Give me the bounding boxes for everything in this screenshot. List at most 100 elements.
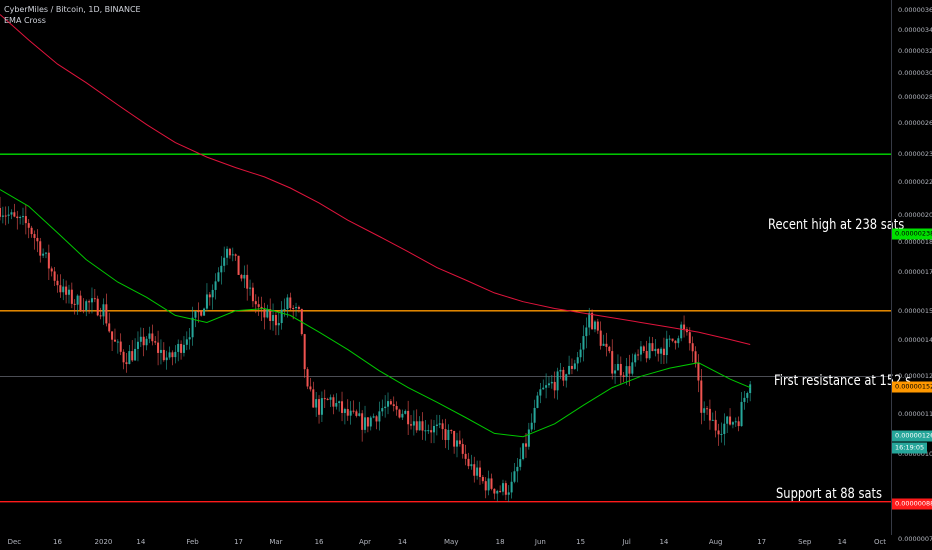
- candle: [447, 424, 450, 450]
- candle-body: [410, 424, 413, 426]
- candle: [671, 338, 674, 343]
- candle: [220, 256, 223, 285]
- candle-body: [430, 430, 433, 433]
- candle: [174, 345, 177, 364]
- candle-body: [303, 334, 306, 370]
- candle-body: [315, 399, 318, 408]
- candle: [608, 345, 611, 354]
- candle: [418, 416, 421, 431]
- candle-body: [223, 257, 226, 266]
- candle: [444, 418, 447, 449]
- candle: [381, 399, 384, 417]
- candle: [65, 280, 68, 304]
- candle: [384, 395, 387, 418]
- candle: [326, 397, 329, 401]
- candle: [39, 237, 42, 263]
- candle: [703, 401, 706, 421]
- candle: [177, 339, 180, 362]
- candle: [700, 368, 703, 425]
- candle: [332, 394, 335, 415]
- y-tick-label: 0.00000140: [898, 335, 932, 344]
- candle-body: [616, 363, 619, 371]
- candle: [389, 399, 392, 406]
- candle-body: [562, 369, 565, 381]
- candle: [714, 410, 717, 438]
- y-tick-label: 0.00000340: [898, 25, 932, 34]
- candle: [180, 340, 183, 360]
- candle-body: [654, 348, 657, 352]
- price-chart[interactable]: [0, 0, 932, 550]
- x-tick-label: 15: [576, 538, 586, 546]
- candle-body: [269, 309, 272, 321]
- candle: [171, 350, 174, 366]
- candle-body: [113, 339, 116, 342]
- candle: [194, 310, 197, 328]
- candle-body: [401, 413, 404, 418]
- candle-body: [444, 429, 447, 441]
- candle-body: [116, 341, 119, 343]
- candle-body: [246, 274, 249, 289]
- candle: [674, 340, 677, 350]
- candle: [708, 399, 711, 430]
- candle-body: [203, 308, 206, 316]
- candle-body: [628, 366, 631, 374]
- candle: [401, 409, 404, 420]
- candle-body: [243, 274, 246, 279]
- candle: [226, 246, 229, 266]
- candle: [654, 339, 657, 357]
- candle-countdown-badge: 16:19:05: [892, 442, 928, 454]
- candle: [280, 301, 283, 330]
- candle-body: [372, 416, 375, 418]
- candle: [536, 391, 539, 409]
- candle: [499, 485, 502, 493]
- candle: [364, 405, 367, 434]
- candle-body: [467, 458, 470, 467]
- candle-body: [642, 346, 645, 351]
- candle: [737, 416, 740, 432]
- candle: [602, 334, 605, 347]
- candle: [263, 302, 266, 330]
- candle: [631, 353, 634, 376]
- candle-body: [412, 421, 415, 426]
- candle-body: [450, 429, 453, 431]
- candle: [361, 410, 364, 442]
- candle-body: [415, 421, 418, 431]
- candle: [378, 401, 381, 431]
- candle: [507, 485, 510, 502]
- candle-body: [559, 369, 562, 372]
- candle: [136, 331, 139, 362]
- candle-body: [473, 464, 476, 476]
- y-tick-label: 0.00000280: [898, 93, 932, 102]
- candle: [188, 327, 191, 350]
- candle-body: [226, 248, 229, 258]
- candle-body: [524, 443, 527, 447]
- candle-body: [335, 403, 338, 407]
- candle: [720, 422, 723, 443]
- candle: [272, 303, 275, 331]
- candle-body: [490, 478, 493, 489]
- x-tick-label: 14: [136, 538, 146, 546]
- candle: [743, 390, 746, 410]
- candle: [605, 332, 608, 357]
- candle-body: [585, 327, 588, 337]
- candle: [113, 328, 116, 342]
- candle: [82, 298, 85, 314]
- candle-body: [274, 315, 277, 326]
- candle-body: [639, 346, 642, 355]
- candle: [217, 267, 220, 283]
- candle-body: [361, 413, 364, 430]
- candle-body: [737, 421, 740, 427]
- candle: [240, 273, 243, 282]
- candle-body: [346, 409, 349, 416]
- candle: [122, 349, 125, 370]
- candle-body: [59, 285, 62, 293]
- candle: [591, 309, 594, 330]
- candle-body: [200, 311, 203, 316]
- candle-body: [329, 397, 332, 400]
- candle-body: [231, 254, 234, 256]
- y-tick-label: 0.00000300: [898, 69, 932, 78]
- candle: [203, 307, 206, 316]
- candle: [461, 438, 464, 459]
- candle: [642, 345, 645, 354]
- candle: [547, 376, 550, 388]
